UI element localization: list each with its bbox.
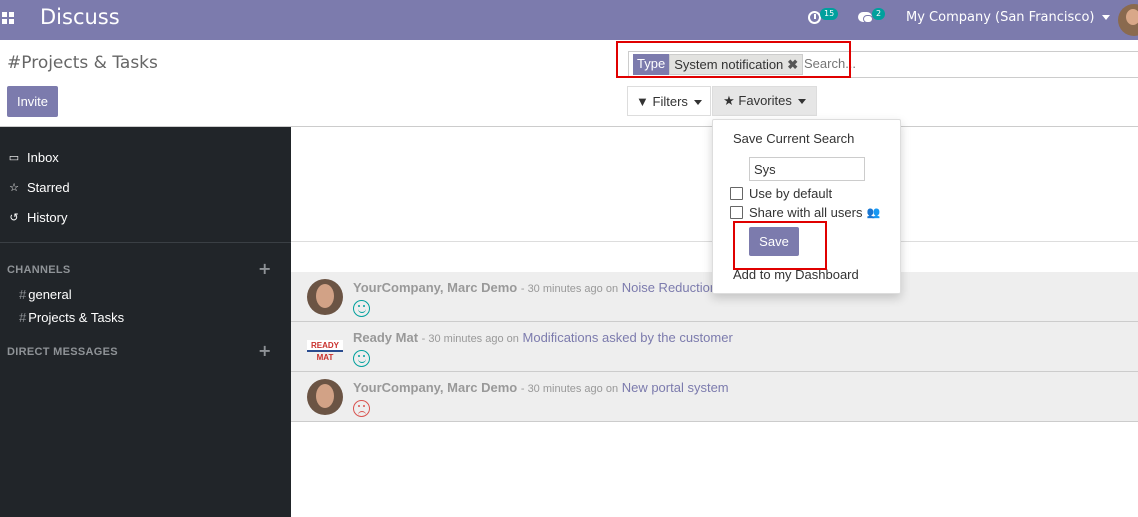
message-item[interactable]: READY MAT Ready Mat - 30 minutes ago on … [291, 322, 1138, 372]
message-header: Ready Mat - 30 minutes ago on Modificati… [353, 330, 733, 345]
invite-button[interactable]: Invite [7, 86, 58, 117]
star-icon: ☆ [9, 182, 19, 194]
favorites-button[interactable]: ★ Favorites [712, 86, 817, 116]
smile-icon [353, 350, 370, 367]
message-header: YourCompany, Marc Demo - 30 minutes ago … [353, 380, 729, 395]
sidebar-item-inbox[interactable]: ▭ Inbox [7, 150, 59, 165]
highlight-box-search [616, 41, 851, 78]
inbox-icon: ▭ [8, 152, 20, 164]
discuss-sidebar: ▭ Inbox ☆ Starred ↺ History CHANNELS + #… [0, 127, 291, 517]
checkbox-label: Use by default [749, 186, 833, 201]
sidebar-item-history[interactable]: ↺ History [7, 210, 67, 225]
message-item[interactable]: YourCompany, Marc Demo - 30 minutes ago … [291, 372, 1138, 422]
direct-messages-header[interactable]: DIRECT MESSAGES [7, 346, 118, 358]
channel-label: general [28, 287, 72, 302]
filters-label: Filters [652, 93, 688, 109]
save-current-search-toggle[interactable]: Save Current Search [733, 131, 854, 146]
message-subject[interactable]: New portal system [622, 380, 729, 395]
checkbox[interactable] [730, 187, 743, 200]
channels-header[interactable]: CHANNELS [7, 264, 71, 276]
message-time: - 30 minutes ago on [421, 333, 519, 345]
users-icon: 👥 [866, 207, 881, 219]
control-panel: #Projects & Tasks Invite Type System not… [0, 40, 1138, 127]
checkbox-label: Share with all users [749, 205, 863, 220]
activity-badge: 15 [820, 8, 839, 20]
sidebar-divider [0, 242, 291, 243]
caret-down-icon [693, 99, 702, 105]
company-switcher[interactable]: My Company (San Francisco) [906, 10, 1111, 25]
user-avatar[interactable] [1118, 4, 1138, 36]
messages-badge: 2 [872, 8, 886, 20]
filters-button[interactable]: ▼ Filters [627, 86, 711, 116]
favorite-name-input[interactable] [749, 157, 865, 181]
sidebar-item-label: Starred [27, 180, 70, 195]
messaging-menu[interactable]: 2 [857, 8, 893, 30]
company-logo: READY MAT [307, 340, 343, 362]
sidebar-item-label: Inbox [27, 150, 59, 165]
top-navbar: Discuss 15 2 My Company (San Francisco) [0, 0, 1138, 40]
author-avatar[interactable] [307, 279, 343, 315]
sidebar-item-label: History [27, 210, 68, 225]
message-subject[interactable]: Noise Reduction [622, 280, 717, 295]
share-with-all-checkbox[interactable]: Share with all users 👥 [730, 205, 880, 220]
apps-grid-icon[interactable] [2, 12, 14, 24]
use-by-default-checkbox[interactable]: Use by default [730, 186, 832, 201]
author-avatar[interactable] [307, 379, 343, 415]
filter-icon: ▼ [636, 93, 649, 109]
message-author[interactable]: YourCompany, Marc Demo [353, 280, 517, 295]
favorites-label: Favorites [738, 93, 792, 108]
smile-icon [353, 300, 370, 317]
message-time: - 30 minutes ago on [520, 383, 619, 395]
breadcrumb: #Projects & Tasks [7, 53, 158, 73]
channel-projects-tasks[interactable]: # Projects & Tasks [19, 310, 124, 325]
history-icon: ↺ [9, 212, 19, 224]
activity-menu[interactable]: 15 [806, 8, 842, 30]
hash-icon: # [19, 310, 27, 325]
message-author[interactable]: YourCompany, Marc Demo [353, 380, 517, 395]
sidebar-item-starred[interactable]: ☆ Starred [7, 180, 70, 195]
company-name: My Company (San Francisco) [906, 10, 1095, 25]
message-author[interactable]: Ready Mat [353, 330, 418, 345]
add-direct-message-icon[interactable]: + [258, 341, 271, 360]
channel-label: Projects & Tasks [28, 310, 125, 325]
star-icon: ★ [723, 93, 735, 108]
message-subject[interactable]: Modifications asked by the customer [523, 330, 733, 345]
caret-down-icon [797, 99, 806, 105]
highlight-box-save [733, 221, 827, 270]
frown-icon [353, 400, 370, 417]
channel-general[interactable]: # general [19, 287, 72, 302]
message-time: - 30 minutes ago on [520, 283, 619, 295]
app-title: Discuss [40, 5, 120, 29]
add-channel-icon[interactable]: + [258, 259, 271, 278]
caret-down-icon [1102, 15, 1111, 20]
hash-icon: # [19, 287, 27, 302]
message-header: YourCompany, Marc Demo - 30 minutes ago … [353, 280, 717, 295]
checkbox[interactable] [730, 206, 743, 219]
